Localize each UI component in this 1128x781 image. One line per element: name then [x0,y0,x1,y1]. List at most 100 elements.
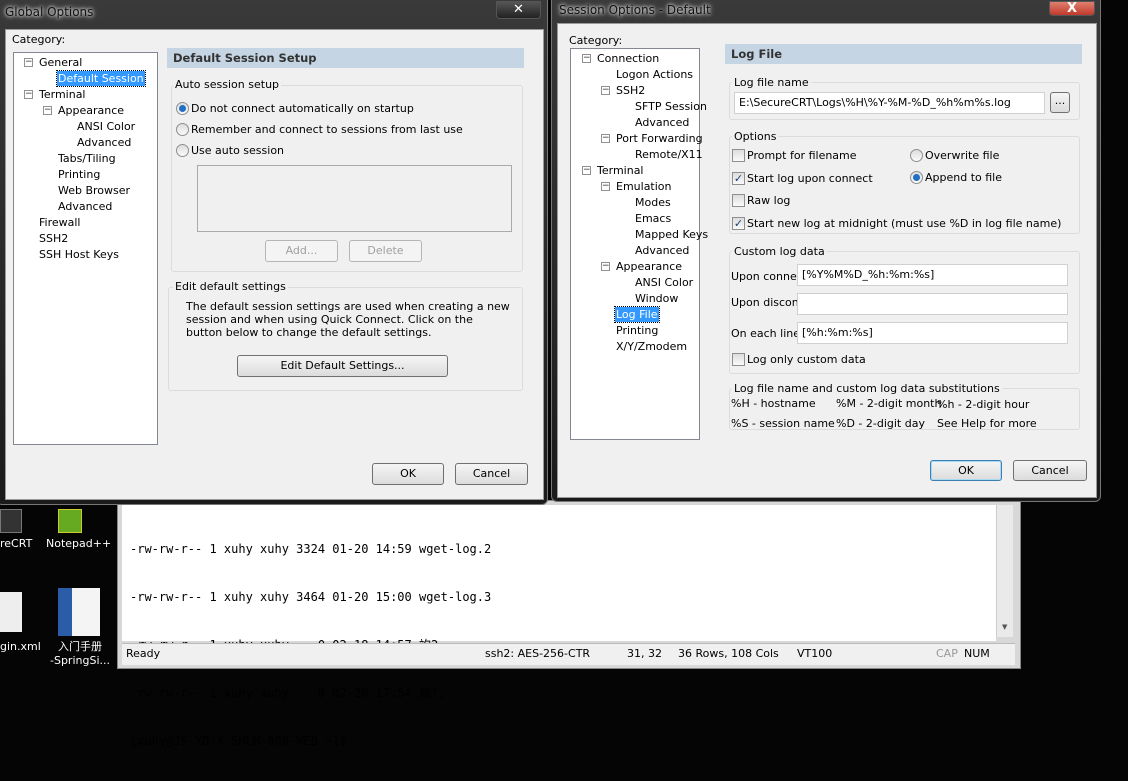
scroll-down-arrow-icon[interactable]: ▼ [1002,623,1007,631]
tree-item-logon-actions[interactable]: Logon Actions [615,67,694,82]
tree-item-emulation[interactable]: Emulation [615,179,673,194]
tree-item-connection[interactable]: Connection [596,51,660,66]
tree-item-web-browser[interactable]: Web Browser [57,183,131,198]
tree-item-printing[interactable]: Printing [615,323,659,338]
group-label: Auto session setup [173,78,282,91]
radio-button[interactable] [176,144,189,157]
desktop-icon-label: reCRT [0,537,33,550]
radio-label: Remember and connect to sessions from la… [191,123,463,136]
custom-log-data-group: Custom log data Upon connect: [%Y%M%D_%h… [729,245,1080,374]
collapse-toggle-icon[interactable]: − [43,106,52,115]
edit-default-settings-button[interactable]: Edit Default Settings... [237,355,448,377]
substitution-text: %D - 2-digit day [836,417,925,430]
cancel-button[interactable]: Cancel [455,463,528,485]
tree-item-x-y-zmodem[interactable]: X/Y/Zmodem [615,339,688,354]
substitution-text: %S - session name [731,417,835,430]
global-options-window: Global Options ✕ Category: − General Defau… [0,0,548,505]
terminal-scrollbar[interactable]: ▼ [996,505,1013,637]
tree-item-ansi-color[interactable]: ANSI Color [634,275,694,290]
ok-button[interactable]: OK [930,460,1002,481]
desktop-icon-label: Notepad++ [46,537,112,550]
radio-button[interactable] [910,149,923,162]
desktop-icon-label: 入门手册 -SpringSi... [50,640,110,667]
tree-item-ssh2[interactable]: SSH2 [615,83,646,98]
tree-item-advanced[interactable]: Advanced [76,135,132,150]
tree-item-sftp-session[interactable]: SFTP Session [634,99,708,114]
word-document-icon [58,588,100,636]
status-emulation: VT100 [797,647,833,660]
auto-session-list[interactable] [197,165,512,232]
section-header: Default Session Setup [167,48,524,68]
category-tree[interactable]: − General Default Session − Terminal − Appeara… [13,52,158,445]
desktop-icon-label: gin.xml [0,640,41,653]
substitution-text: See Help for more [937,417,1037,430]
add-button[interactable]: Add... [265,240,338,262]
status-ready: Ready [126,647,161,660]
on-each-line-input[interactable]: [%h:%m:%s] [797,322,1068,344]
tree-item-default-session[interactable]: Default Session [56,70,146,87]
edit-default-group: Edit default settings The default sessio… [168,280,523,391]
tree-item-advanced[interactable]: Advanced [634,115,690,130]
collapse-toggle-icon[interactable]: − [601,262,610,271]
substitution-text: %h - 2-digit hour [937,398,1030,411]
tree-item-advanced[interactable]: Advanced [634,243,690,258]
radio-button[interactable] [910,171,923,184]
auto-session-group: Auto session setup Do not connect automa… [171,78,523,272]
tree-item-window[interactable]: Window [634,291,679,306]
tree-item-mapped-keys[interactable]: Mapped Keys [634,227,709,242]
browse-button[interactable]: ... [1050,92,1070,113]
tree-item-ansi-color[interactable]: ANSI Color [76,119,136,134]
collapse-toggle-icon[interactable]: − [24,90,33,99]
category-tree[interactable]: − Connection Logon Actions − SSH2 SFTP Sessio… [570,48,708,440]
tree-item-modes[interactable]: Modes [634,195,672,210]
checkbox[interactable]: ✓ [732,171,745,185]
tree-item-emacs[interactable]: Emacs [634,211,672,226]
tree-item-general[interactable]: General [38,55,83,70]
session-options-client: Category: − Connection Logon Actions − SSH2 S… [557,23,1097,498]
tree-item-advanced[interactable]: Advanced [57,199,113,214]
collapse-toggle-icon[interactable]: − [582,54,591,63]
checkbox-label: Raw log [747,194,791,208]
tree-item-remote-x11[interactable]: Remote/X11 [634,147,704,162]
collapse-toggle-icon[interactable]: − [601,86,610,95]
collapse-toggle-icon[interactable]: − [24,58,33,67]
close-button[interactable]: ✕ [496,1,541,19]
delete-button[interactable]: Delete [349,240,422,262]
tree-item-terminal[interactable]: Terminal [596,163,645,178]
checkbox[interactable]: ✓ [732,217,745,231]
terminal-output[interactable]: -rw-rw-r-- 1 xuhy xuhy 3324 01-20 14:59 … [122,505,996,748]
tree-item-log-file[interactable]: Log File [614,306,660,323]
tree-item-appearance[interactable]: Appearance [615,259,683,274]
notepad-icon [58,509,82,533]
radio-button[interactable] [176,102,189,115]
terminal-line: -rw-rw-r-- 1 xuhy xuhy 3464 01-20 15:00 … [130,590,492,604]
upon-connect-input[interactable]: [%Y%M%D_%h:%m:%s] [797,264,1068,286]
tree-item-appearance[interactable]: Appearance [57,103,125,118]
description-text: The default session settings are used wh… [186,300,510,313]
log-file-name-input[interactable]: E:\SecureCRT\Logs\%H\%Y-%M-%D_%h%m%s.log [734,92,1045,114]
collapse-toggle-icon[interactable]: − [601,182,610,191]
collapse-toggle-icon[interactable]: − [601,134,610,143]
radio-button[interactable] [176,123,189,136]
cancel-button[interactable]: Cancel [1013,460,1087,481]
tree-item-port-forwarding[interactable]: Port Forwarding [615,131,704,146]
status-caps-lock: CAP [936,647,958,660]
checkbox[interactable] [732,194,745,208]
desktop-icon-doc[interactable]: 入门手册 -SpringSi... [50,588,114,669]
collapse-toggle-icon[interactable]: − [582,166,591,175]
tree-item-ssh2[interactable]: SSH2 [38,231,69,246]
close-button[interactable]: X [1049,1,1095,16]
status-bar: Ready ssh2: AES-256-CTR 31, 32 36 Rows, … [122,643,1015,665]
tree-item-ssh-host-keys[interactable]: SSH Host Keys [38,247,120,262]
checkbox[interactable] [732,149,745,162]
tree-item-firewall[interactable]: Firewall [38,215,81,230]
tree-item-printing[interactable]: Printing [57,167,101,182]
tree-item-terminal[interactable]: Terminal [38,87,87,102]
desktop-icon-xml[interactable]: gin.xml [0,592,41,662]
upon-disconnect-input[interactable] [797,293,1068,315]
ok-button[interactable]: OK [372,463,444,485]
checkbox[interactable] [732,353,745,366]
tree-item-tabs-tiling[interactable]: Tabs/Tiling [57,151,117,166]
desktop-icon-notepad[interactable]: Notepad++ [44,505,116,555]
desktop-icon-securecrt[interactable]: reCRT [0,505,40,555]
